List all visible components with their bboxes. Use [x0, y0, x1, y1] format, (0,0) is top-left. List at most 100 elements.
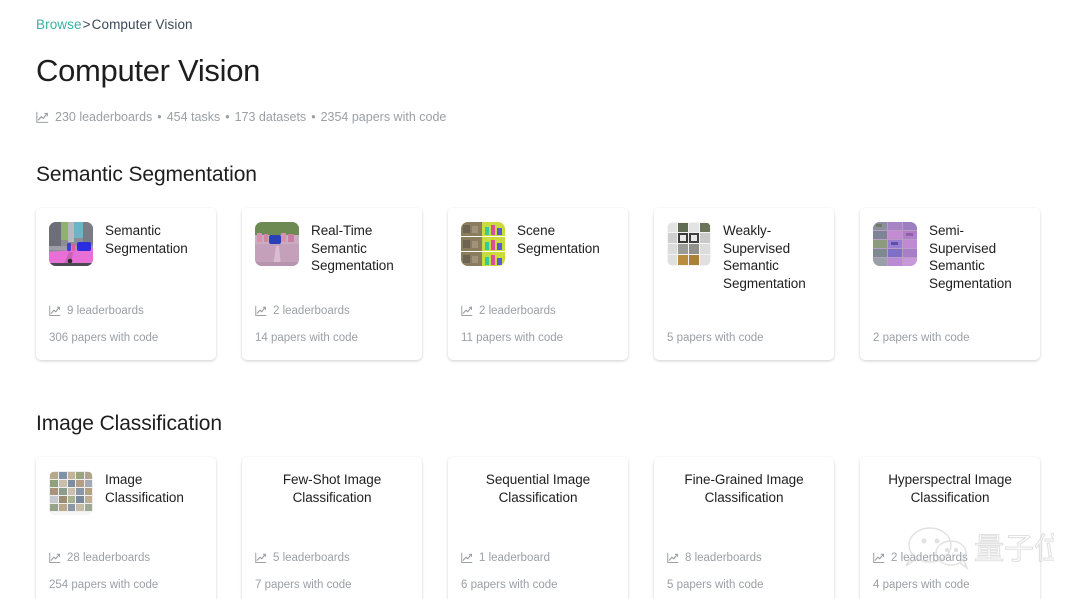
- stat-separator: •: [225, 110, 230, 124]
- card-papers: 14 papers with code: [255, 332, 358, 344]
- card-row: Image Classification 28 leaderboards 254…: [36, 457, 1044, 599]
- card-leaderboards: 2 leaderboards: [873, 551, 1027, 565]
- scene-segmentation-grid-thumbnail: [461, 222, 505, 266]
- card-head: Semantic Segmentation: [49, 222, 203, 280]
- chart-line-icon: [49, 305, 61, 317]
- chart-line-icon: [461, 305, 473, 317]
- card-papers: 5 papers with code: [667, 579, 764, 591]
- task-card-image-classification[interactable]: Image Classification 28 leaderboards 254…: [36, 457, 216, 599]
- task-card-few-shot-image-classification[interactable]: Few-Shot Image Classification 5 leaderbo…: [242, 457, 422, 599]
- card-title: Real-Time Semantic Segmentation: [311, 223, 394, 273]
- task-card-semi-supervised-semantic-segmentation[interactable]: Semi-Supervised Semantic Segmentation 2 …: [860, 208, 1040, 360]
- card-spacer: [873, 529, 1027, 537]
- card-head: Real-Time Semantic Segmentation: [255, 222, 409, 280]
- card-head: Few-Shot Image Classification: [255, 471, 409, 529]
- chart-line-icon: [667, 552, 679, 564]
- card-title: Sequential Image Classification: [485, 472, 591, 505]
- card-leaderboards-label: 2 leaderboards: [891, 552, 968, 564]
- card-title: Semantic Segmentation: [105, 223, 188, 256]
- card-papers: 5 papers with code: [667, 332, 764, 344]
- section-title: Image Classification: [36, 412, 222, 435]
- task-card-weakly-supervised-semantic-segmentation[interactable]: Weakly-Supervised Semantic Segmentation …: [654, 208, 834, 360]
- card-papers: 7 papers with code: [255, 579, 352, 591]
- card-leaderboards-label: 28 leaderboards: [67, 552, 151, 564]
- stat-separator: •: [311, 110, 316, 124]
- card-papers: 254 papers with code: [49, 579, 159, 591]
- chart-line-icon: [255, 305, 267, 317]
- card-spacer: [667, 292, 821, 300]
- section-image-classification: Image Classification Image Classificatio…: [36, 412, 1044, 599]
- stat-tasks: 454 tasks: [166, 110, 221, 124]
- semi-supervised-grid-thumbnail: [873, 222, 917, 266]
- card-spacer: [667, 529, 821, 537]
- task-card-sequential-image-classification[interactable]: Sequential Image Classification 1 leader…: [448, 457, 628, 599]
- weakly-supervised-grid-thumbnail: [667, 222, 711, 266]
- stat-leaderboards: 230 leaderboards: [55, 110, 153, 124]
- card-papers: 2 papers with code: [873, 332, 970, 344]
- breadcrumb-link-browse[interactable]: Browse: [36, 17, 82, 32]
- chart-line-icon: [255, 552, 267, 564]
- page-root: Browse>Computer Vision Computer Vision 2…: [0, 0, 1080, 599]
- card-leaderboards: 2 leaderboards: [461, 304, 615, 318]
- card-leaderboards-label: 9 leaderboards: [67, 305, 144, 317]
- card-spacer: [255, 280, 409, 290]
- card-papers: 6 papers with code: [461, 579, 558, 591]
- chart-line-icon: [36, 111, 49, 124]
- chart-line-icon: [461, 552, 473, 564]
- card-leaderboards: 1 leaderboard: [461, 551, 615, 565]
- card-head: Image Classification: [49, 471, 203, 529]
- card-leaderboards: 2 leaderboards: [255, 304, 409, 318]
- card-leaderboards-label: 1 leaderboard: [479, 552, 550, 564]
- card-row: Semantic Segmentation 9 leaderboards 306…: [36, 208, 1044, 360]
- card-spacer: [461, 529, 615, 537]
- card-leaderboards-label: 2 leaderboards: [479, 305, 556, 317]
- stat-datasets: 173 datasets: [234, 110, 307, 124]
- realtime-street-segmentation-thumbnail: [255, 222, 299, 266]
- card-title: Semi-Supervised Semantic Segmentation: [929, 223, 1012, 291]
- page-stats: 230 leaderboards • 454 tasks • 173 datas…: [36, 109, 1044, 125]
- breadcrumb: Browse>Computer Vision: [36, 0, 1044, 34]
- card-papers: 4 papers with code: [873, 579, 970, 591]
- card-spacer: [461, 280, 615, 290]
- task-card-real-time-semantic-segmentation[interactable]: Real-Time Semantic Segmentation 2 leader…: [242, 208, 422, 360]
- card-title: Hyperspectral Image Classification: [888, 472, 1012, 505]
- card-title: Image Classification: [105, 472, 184, 505]
- card-head: Scene Segmentation: [461, 222, 615, 280]
- card-leaderboards-label: 5 leaderboards: [273, 552, 350, 564]
- card-title: Weakly-Supervised Semantic Segmentation: [723, 223, 806, 291]
- stat-papers: 2354 papers with code: [320, 110, 447, 124]
- card-leaderboards: 5 leaderboards: [255, 551, 409, 565]
- task-card-scene-segmentation[interactable]: Scene Segmentation 2 leaderboards 11 pap…: [448, 208, 628, 360]
- card-head: Weakly-Supervised Semantic Segmentation: [667, 222, 821, 292]
- stat-separator: •: [157, 110, 162, 124]
- breadcrumb-separator: >: [82, 17, 91, 32]
- chart-line-icon: [873, 552, 885, 564]
- card-spacer: [873, 292, 1027, 300]
- card-head: Semi-Supervised Semantic Segmentation: [873, 222, 1027, 292]
- card-leaderboards-label: 2 leaderboards: [273, 305, 350, 317]
- card-title: Few-Shot Image Classification: [282, 472, 382, 505]
- imagenet-montage-thumbnail: [49, 471, 93, 515]
- card-title: Fine-Grained Image Classification: [684, 472, 804, 505]
- card-spacer: [49, 280, 203, 290]
- section-title: Semantic Segmentation: [36, 163, 257, 186]
- task-card-hyperspectral-image-classification[interactable]: Hyperspectral Image Classification 2 lea…: [860, 457, 1040, 599]
- card-leaderboards: 28 leaderboards: [49, 551, 203, 565]
- card-leaderboards: 9 leaderboards: [49, 304, 203, 318]
- card-spacer: [49, 529, 203, 537]
- breadcrumb-current: Computer Vision: [91, 17, 193, 32]
- card-title: Scene Segmentation: [517, 223, 600, 256]
- card-leaderboards-label: 8 leaderboards: [685, 552, 762, 564]
- card-head: Fine-Grained Image Classification: [667, 471, 821, 529]
- card-leaderboards: 8 leaderboards: [667, 551, 821, 565]
- street-scene-segmentation-thumbnail: [49, 222, 93, 266]
- card-head: Sequential Image Classification: [461, 471, 615, 529]
- page-title: Computer Vision: [36, 53, 261, 88]
- card-spacer: [255, 529, 409, 537]
- chart-line-icon: [49, 552, 61, 564]
- task-card-fine-grained-image-classification[interactable]: Fine-Grained Image Classification 8 lead…: [654, 457, 834, 599]
- section-semantic-segmentation: Semantic Segmentation Semantic Segmentat…: [36, 163, 1044, 360]
- card-papers: 11 papers with code: [461, 332, 564, 344]
- card-head: Hyperspectral Image Classification: [873, 471, 1027, 529]
- task-card-semantic-segmentation[interactable]: Semantic Segmentation 9 leaderboards 306…: [36, 208, 216, 360]
